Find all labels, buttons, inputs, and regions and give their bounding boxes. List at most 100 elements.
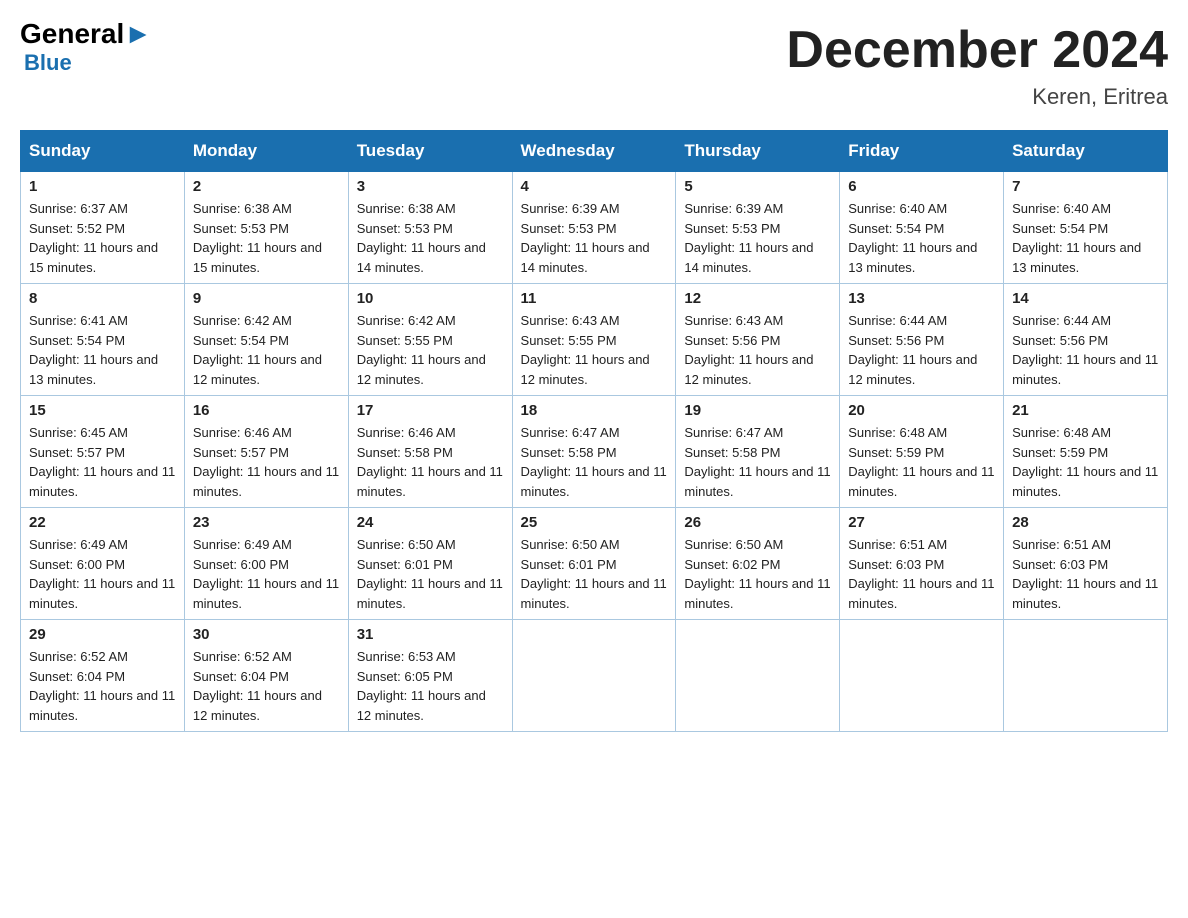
calendar-day-cell: 11 Sunrise: 6:43 AMSunset: 5:55 PMDayligh… — [512, 284, 676, 396]
day-info: Sunrise: 6:49 AMSunset: 6:00 PMDaylight:… — [29, 537, 175, 611]
calendar-day-cell: 18Sunrise: 6:47 AMSunset: 5:58 PMDayligh… — [512, 396, 676, 508]
calendar-day-cell: 28 Sunrise: 6:51 AMSunset: 6:03 PMDayligh… — [1004, 508, 1168, 620]
calendar-week-row: 22 Sunrise: 6:49 AMSunset: 6:00 PMDayligh… — [21, 508, 1168, 620]
calendar-day-cell: 30Sunrise: 6:52 AMSunset: 6:04 PMDayligh… — [184, 620, 348, 732]
calendar-week-row: 8 Sunrise: 6:41 AMSunset: 5:54 PMDaylight… — [21, 284, 1168, 396]
weekday-header-cell: Sunday — [21, 131, 185, 172]
calendar-table: SundayMondayTuesdayWednesdayThursdayFrid… — [20, 130, 1168, 732]
calendar-body: 1 Sunrise: 6:37 AMSunset: 5:52 PMDaylight… — [21, 172, 1168, 732]
day-info: Sunrise: 6:52 AMSunset: 6:04 PMDaylight:… — [29, 649, 175, 723]
day-info: Sunrise: 6:47 AMSunset: 5:58 PMDaylight:… — [684, 425, 830, 499]
day-number: 30 — [193, 626, 340, 643]
calendar-day-cell: 9Sunrise: 6:42 AMSunset: 5:54 PMDaylight… — [184, 284, 348, 396]
day-number: 22 — [29, 514, 176, 531]
day-number: 23 — [193, 514, 340, 531]
calendar-day-cell: 2 Sunrise: 6:38 AMSunset: 5:53 PMDaylight… — [184, 172, 348, 284]
day-number: 2 — [193, 178, 340, 195]
calendar-day-cell: 12 Sunrise: 6:43 AMSunset: 5:56 PMDayligh… — [676, 284, 840, 396]
day-number: 6 — [848, 178, 995, 195]
day-info: Sunrise: 6:51 AMSunset: 6:03 PMDaylight:… — [848, 537, 994, 611]
calendar-day-cell: 16 Sunrise: 6:46 AMSunset: 5:57 PMDayligh… — [184, 396, 348, 508]
calendar-day-cell: 6 Sunrise: 6:40 AMSunset: 5:54 PMDaylight… — [840, 172, 1004, 284]
calendar-day-cell — [1004, 620, 1168, 732]
calendar-day-cell: 17 Sunrise: 6:46 AMSunset: 5:58 PMDayligh… — [348, 396, 512, 508]
calendar-day-cell: 13 Sunrise: 6:44 AMSunset: 5:56 PMDayligh… — [840, 284, 1004, 396]
day-info: Sunrise: 6:39 AMSunset: 5:53 PMDaylight:… — [521, 201, 650, 275]
day-info: Sunrise: 6:38 AMSunset: 5:53 PMDaylight:… — [193, 201, 322, 275]
calendar-day-cell: 24Sunrise: 6:50 AMSunset: 6:01 PMDayligh… — [348, 508, 512, 620]
calendar-day-cell: 20Sunrise: 6:48 AMSunset: 5:59 PMDayligh… — [840, 396, 1004, 508]
logo: General► Blue — [20, 20, 152, 76]
calendar-day-cell — [512, 620, 676, 732]
day-number: 1 — [29, 178, 176, 195]
logo-general-text: General► — [20, 20, 152, 48]
day-number: 28 — [1012, 514, 1159, 531]
day-number: 16 — [193, 402, 340, 419]
day-number: 21 — [1012, 402, 1159, 419]
calendar-day-cell: 1 Sunrise: 6:37 AMSunset: 5:52 PMDaylight… — [21, 172, 185, 284]
day-number: 17 — [357, 402, 504, 419]
calendar-week-row: 15 Sunrise: 6:45 AMSunset: 5:57 PMDayligh… — [21, 396, 1168, 508]
day-info: Sunrise: 6:46 AMSunset: 5:58 PMDaylight:… — [357, 425, 503, 499]
calendar-day-cell — [676, 620, 840, 732]
logo-blue-text: Blue — [24, 50, 72, 76]
day-info: Sunrise: 6:46 AMSunset: 5:57 PMDaylight:… — [193, 425, 339, 499]
calendar-day-cell: 14Sunrise: 6:44 AMSunset: 5:56 PMDayligh… — [1004, 284, 1168, 396]
day-info: Sunrise: 6:43 AMSunset: 5:56 PMDaylight:… — [684, 313, 813, 387]
calendar-day-cell: 23 Sunrise: 6:49 AMSunset: 6:00 PMDayligh… — [184, 508, 348, 620]
day-number: 13 — [848, 290, 995, 307]
calendar-day-cell: 26 Sunrise: 6:50 AMSunset: 6:02 PMDayligh… — [676, 508, 840, 620]
calendar-day-cell: 27Sunrise: 6:51 AMSunset: 6:03 PMDayligh… — [840, 508, 1004, 620]
location: Keren, Eritrea — [786, 84, 1168, 110]
day-number: 31 — [357, 626, 504, 643]
weekday-header-cell: Saturday — [1004, 131, 1168, 172]
calendar-day-cell: 25Sunrise: 6:50 AMSunset: 6:01 PMDayligh… — [512, 508, 676, 620]
title-section: December 2024 Keren, Eritrea — [786, 20, 1168, 110]
day-info: Sunrise: 6:44 AMSunset: 5:56 PMDaylight:… — [1012, 313, 1158, 387]
day-info: Sunrise: 6:50 AMSunset: 6:02 PMDaylight:… — [684, 537, 830, 611]
calendar-week-row: 29 Sunrise: 6:52 AMSunset: 6:04 PMDayligh… — [21, 620, 1168, 732]
calendar-day-cell: 15 Sunrise: 6:45 AMSunset: 5:57 PMDayligh… — [21, 396, 185, 508]
day-info: Sunrise: 6:43 AMSunset: 5:55 PMDaylight:… — [521, 313, 650, 387]
day-info: Sunrise: 6:42 AMSunset: 5:55 PMDaylight:… — [357, 313, 486, 387]
day-number: 8 — [29, 290, 176, 307]
month-title: December 2024 — [786, 20, 1168, 80]
day-number: 25 — [521, 514, 668, 531]
calendar-day-cell: 4Sunrise: 6:39 AMSunset: 5:53 PMDaylight… — [512, 172, 676, 284]
calendar-day-cell: 8 Sunrise: 6:41 AMSunset: 5:54 PMDaylight… — [21, 284, 185, 396]
weekday-header-cell: Wednesday — [512, 131, 676, 172]
day-number: 24 — [357, 514, 504, 531]
page-header: General► Blue December 2024 Keren, Eritr… — [20, 20, 1168, 110]
day-info: Sunrise: 6:38 AMSunset: 5:53 PMDaylight:… — [357, 201, 486, 275]
calendar-day-cell: 7 Sunrise: 6:40 AMSunset: 5:54 PMDaylight… — [1004, 172, 1168, 284]
calendar-day-cell: 29 Sunrise: 6:52 AMSunset: 6:04 PMDayligh… — [21, 620, 185, 732]
day-info: Sunrise: 6:49 AMSunset: 6:00 PMDaylight:… — [193, 537, 339, 611]
day-info: Sunrise: 6:40 AMSunset: 5:54 PMDaylight:… — [848, 201, 977, 275]
day-number: 3 — [357, 178, 504, 195]
calendar-day-cell: 3 Sunrise: 6:38 AMSunset: 5:53 PMDaylight… — [348, 172, 512, 284]
day-number: 15 — [29, 402, 176, 419]
day-number: 20 — [848, 402, 995, 419]
calendar-day-cell: 22 Sunrise: 6:49 AMSunset: 6:00 PMDayligh… — [21, 508, 185, 620]
day-info: Sunrise: 6:47 AMSunset: 5:58 PMDaylight:… — [521, 425, 667, 499]
day-info: Sunrise: 6:39 AMSunset: 5:53 PMDaylight:… — [684, 201, 813, 275]
day-number: 26 — [684, 514, 831, 531]
weekday-header-cell: Thursday — [676, 131, 840, 172]
calendar-day-cell: 10Sunrise: 6:42 AMSunset: 5:55 PMDayligh… — [348, 284, 512, 396]
calendar-day-cell — [840, 620, 1004, 732]
day-info: Sunrise: 6:51 AMSunset: 6:03 PMDaylight:… — [1012, 537, 1158, 611]
day-number: 29 — [29, 626, 176, 643]
day-info: Sunrise: 6:44 AMSunset: 5:56 PMDaylight:… — [848, 313, 977, 387]
day-info: Sunrise: 6:40 AMSunset: 5:54 PMDaylight:… — [1012, 201, 1141, 275]
day-info: Sunrise: 6:45 AMSunset: 5:57 PMDaylight:… — [29, 425, 175, 499]
weekday-header-cell: Friday — [840, 131, 1004, 172]
day-number: 12 — [684, 290, 831, 307]
day-info: Sunrise: 6:37 AMSunset: 5:52 PMDaylight:… — [29, 201, 158, 275]
calendar-day-cell: 19Sunrise: 6:47 AMSunset: 5:58 PMDayligh… — [676, 396, 840, 508]
calendar-week-row: 1 Sunrise: 6:37 AMSunset: 5:52 PMDaylight… — [21, 172, 1168, 284]
day-number: 11 — [521, 290, 668, 307]
day-info: Sunrise: 6:41 AMSunset: 5:54 PMDaylight:… — [29, 313, 158, 387]
weekday-header-cell: Monday — [184, 131, 348, 172]
calendar-day-cell: 31Sunrise: 6:53 AMSunset: 6:05 PMDayligh… — [348, 620, 512, 732]
day-number: 7 — [1012, 178, 1159, 195]
